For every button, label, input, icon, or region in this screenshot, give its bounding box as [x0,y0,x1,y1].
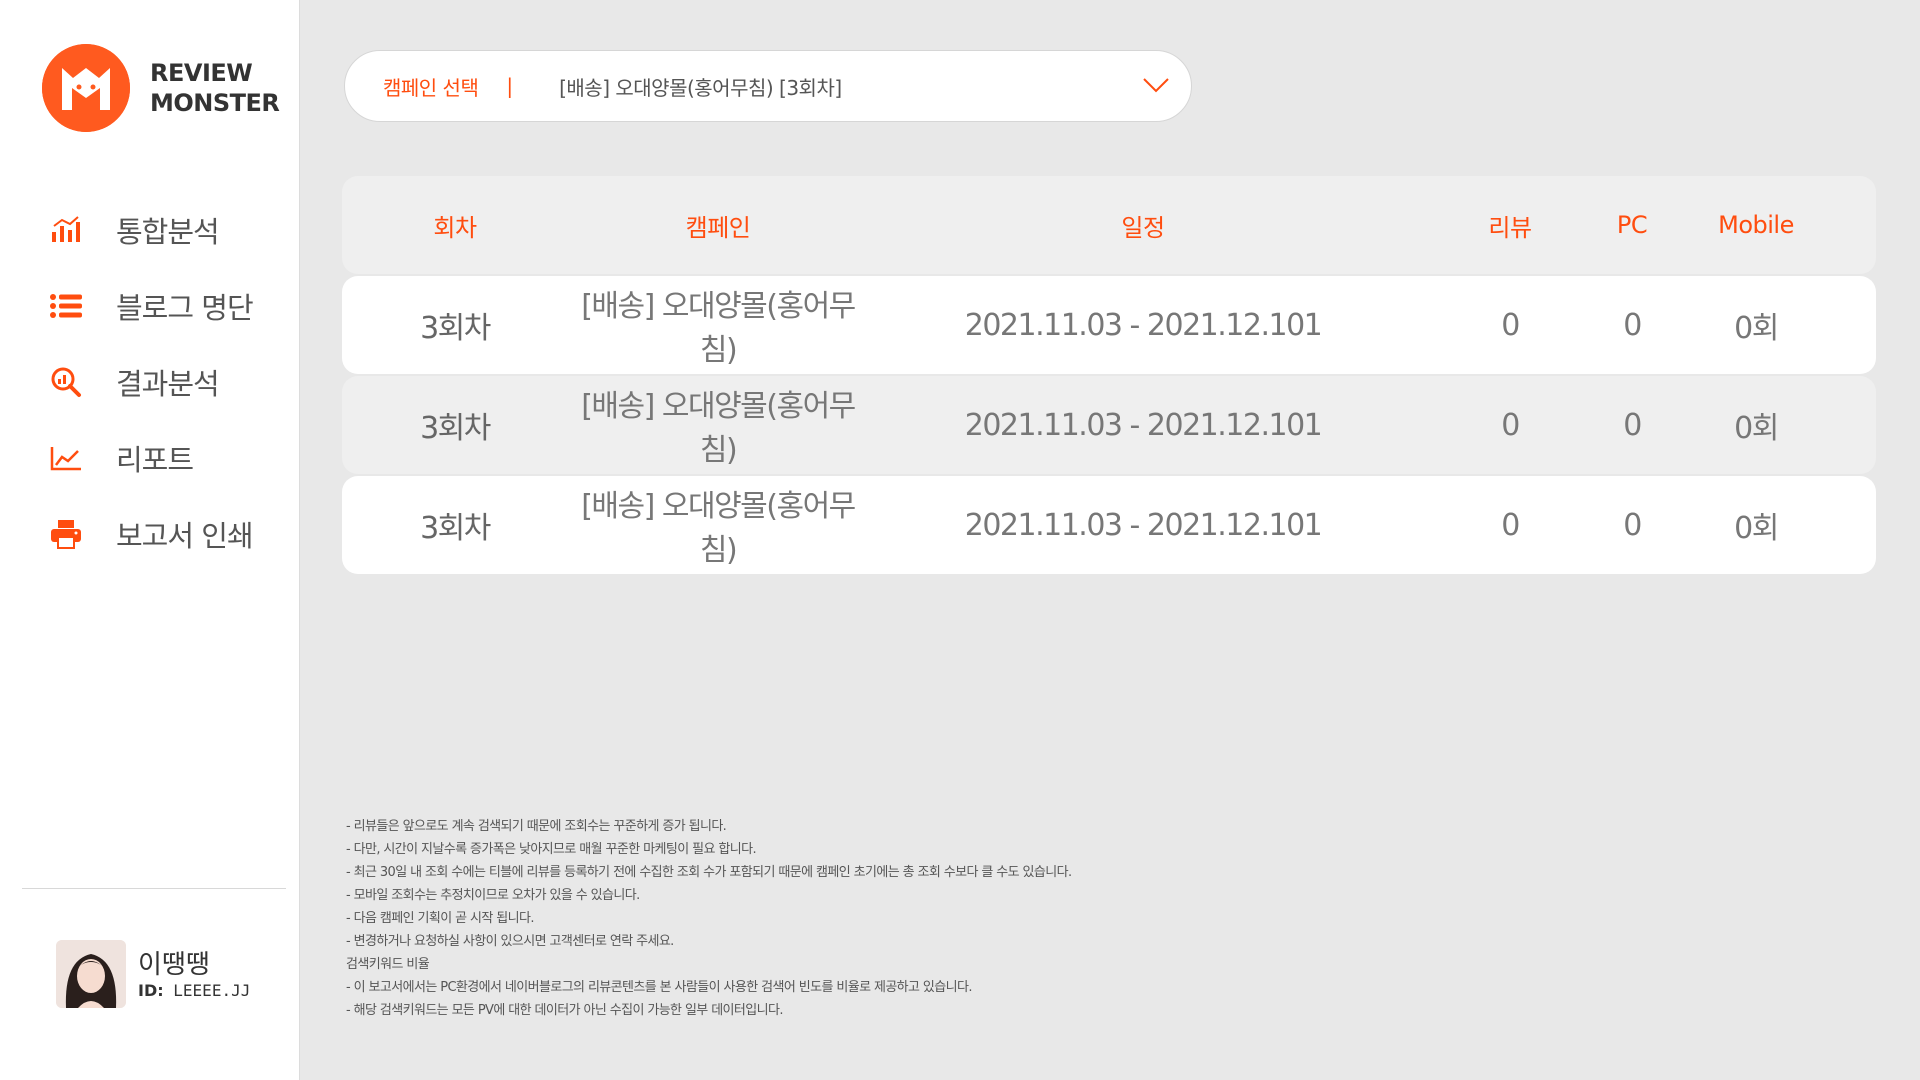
profile-id-value: LEEEE.JJ [173,980,251,1000]
cell-pc: 0 [1623,307,1642,343]
note-heading: 검색키워드 비율 [346,957,430,972]
sidebar-item-blog-list[interactable]: 블로그 명단 [48,286,288,326]
note-line: - 최근 30일 내 조회 수에는 티블에 리뷰를 등록하기 전에 수집한 조회… [346,865,1072,880]
note-line: - 다음 캠페인 기획이 곧 시작 됩니다. [346,911,534,926]
cell-pc: 0 [1623,407,1642,443]
campaign-select-value: [배송] 오대양몰(홍어무침) [3회차] [559,75,842,100]
column-header-round: 회차 [433,213,477,242]
sidebar-item-label: 통합분석 [116,215,220,249]
sidebar-item-label: 결과분석 [116,367,220,401]
campaign-select-label: 캠페인 선택 [383,75,479,100]
note-line: - 리뷰들은 앞으로도 계속 검색되기 때문에 조회수는 꾸준하게 증가 됩니다… [346,819,727,834]
column-header-review: 리뷰 [1488,213,1532,242]
profile-id-label: ID: [138,980,164,1000]
sidebar-item-result-analysis[interactable]: 결과분석 [48,362,288,402]
line-chart-icon [48,440,84,476]
note-line: - 모바일 조회수는 추정치이므로 오차가 있을 수 있습니다. [346,888,640,903]
sidebar-item-integrated-analysis[interactable]: 통합분석 [48,210,288,250]
column-header-pc: PC [1616,211,1648,239]
note-line: - 다만, 시간이 지날수록 증가폭은 낮아지므로 매월 꾸준한 마케팅이 필요… [346,842,757,857]
table-row[interactable]: 3회차 [배송] 오대양몰(홍어무침) 2021.11.03 - 2021.12… [342,376,1876,474]
bar-chart-icon [48,212,84,248]
cell-campaign: [배송] 오대양몰(홍어무침) [581,489,856,568]
sidebar-item-label: 블로그 명단 [116,291,254,325]
note-line: - 변경하거나 요청하실 사항이 있으시면 고객센터로 연락 주세요. [346,934,674,949]
sidebar-item-print-report[interactable]: 보고서 인쇄 [48,514,288,554]
brand-line2: MONSTER [150,89,280,117]
avatar [56,940,126,1008]
table-row[interactable]: 3회차 [배송] 오대양몰(홍어무침) 2021.11.03 - 2021.12… [342,276,1876,374]
column-header-campaign: 캠페인 [685,213,751,242]
sidebar-item-label: 보고서 인쇄 [116,519,254,553]
note-line: - 이 보고서에서는 PC환경에서 네이버블로그의 리뷰콘텐츠를 본 사람들이 … [346,980,973,995]
campaign-select[interactable]: 캠페인 선택 | [배송] 오대양몰(홍어무침) [3회차] [344,50,1192,122]
cell-pc: 0 [1623,507,1642,543]
report-notes: - 리뷰들은 앞으로도 계속 검색되기 때문에 조회수는 꾸준하게 증가 됩니다… [346,815,1346,1022]
cell-schedule: 2021.11.03 - 2021.12.101 [964,307,1323,343]
magnify-analysis-icon [48,364,84,400]
cell-mobile: 0회 [1734,411,1779,446]
profile-name: 이땡땡 [138,949,210,980]
cell-round: 3회차 [420,511,491,546]
printer-icon [48,516,84,552]
cell-review: 0 [1501,407,1520,443]
sidebar: REVIEW MONSTER 통합분석 블로그 명단 결과분석 리포트 보고서 … [0,0,300,1080]
note-line: - 해당 검색키워드는 모든 PV에 대한 데이터가 아닌 수집이 가능한 일부… [346,1003,784,1018]
sidebar-divider [22,888,286,889]
sidebar-nav: 통합분석 블로그 명단 결과분석 리포트 보고서 인쇄 [48,210,288,590]
cell-mobile: 0회 [1734,311,1779,346]
cell-campaign: [배송] 오대양몰(홍어무침) [581,389,856,468]
brand-logo[interactable]: REVIEW MONSTER [42,44,280,132]
profile-id: ID: LEEEE.JJ [138,981,250,1000]
chevron-down-icon[interactable] [1143,77,1169,97]
sidebar-item-report[interactable]: 리포트 [48,438,288,478]
campaign-select-separator: | [506,74,514,98]
cell-round: 3회차 [420,411,491,446]
monster-logo-icon [42,44,130,132]
brand-line1: REVIEW [150,59,253,87]
column-header-mobile: Mobile [1718,211,1794,239]
cell-mobile: 0회 [1734,511,1779,546]
cell-round: 3회차 [420,311,491,346]
cell-schedule: 2021.11.03 - 2021.12.101 [964,407,1323,443]
cell-review: 0 [1501,507,1520,543]
brand-name: REVIEW MONSTER [150,58,280,118]
table-row[interactable]: 3회차 [배송] 오대양몰(홍어무침) 2021.11.03 - 2021.12… [342,476,1876,574]
user-profile[interactable]: 이땡땡 ID: LEEEE.JJ [56,940,250,1008]
column-header-schedule: 일정 [1121,213,1165,242]
sidebar-item-label: 리포트 [116,443,194,477]
cell-campaign: [배송] 오대양몰(홍어무침) [581,289,856,368]
list-icon [48,288,84,324]
cell-schedule: 2021.11.03 - 2021.12.101 [964,507,1323,543]
cell-review: 0 [1501,307,1520,343]
table-header: 회차 캠페인 일정 리뷰 PC Mobile [342,176,1876,274]
campaign-table: 회차 캠페인 일정 리뷰 PC Mobile 3회차 [배송] 오대양몰(홍어무… [342,176,1876,576]
